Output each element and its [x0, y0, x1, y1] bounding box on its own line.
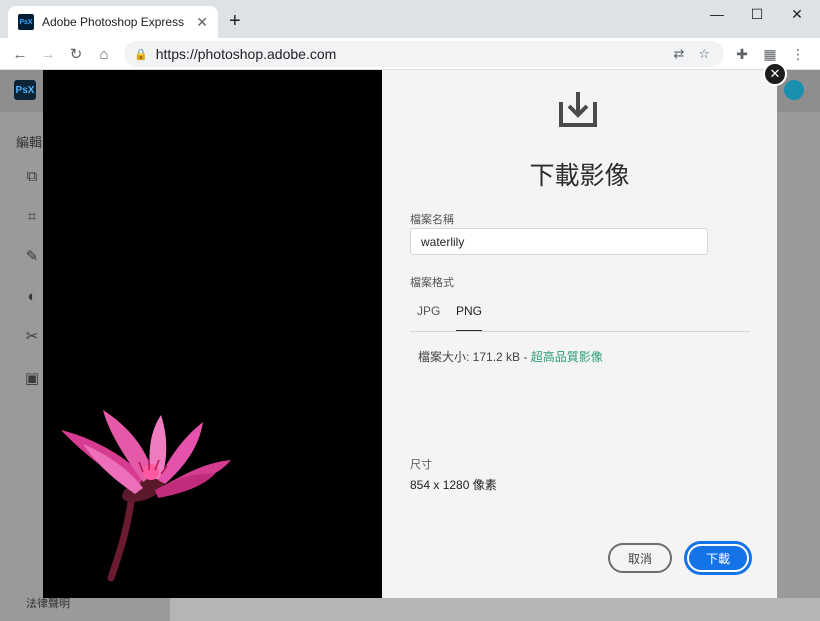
lock-icon: 🔒	[134, 48, 148, 61]
bookmark-star-icon[interactable]: ☆	[698, 46, 710, 62]
file-size-text: 檔案大小: 171.2 kB -	[418, 350, 531, 364]
sidebar-heading: 編輯	[16, 135, 43, 150]
home-icon[interactable]: ⌂	[92, 42, 116, 66]
url-text: https://photoshop.adobe.com	[155, 46, 337, 62]
tab-divider	[410, 331, 750, 332]
tab-format-png[interactable]: PNG	[456, 304, 483, 332]
crop-icon[interactable]: ⌗	[22, 206, 42, 226]
back-icon[interactable]: ←	[8, 42, 32, 66]
browser-tabstrip: PsX Adobe Photoshop Express ✕ + — ☐ ✕	[0, 0, 820, 38]
psx-logo: PsX	[14, 80, 36, 100]
filename-input[interactable]	[410, 228, 708, 255]
browser-tab[interactable]: PsX Adobe Photoshop Express ✕	[8, 6, 218, 38]
cancel-button[interactable]: 取消	[608, 543, 672, 573]
file-size-info: 檔案大小: 171.2 kB - 超高品質影像	[418, 348, 603, 365]
bottom-strip	[170, 598, 820, 621]
download-icon	[559, 92, 597, 127]
menu-icon[interactable]: ⋮	[786, 42, 810, 66]
adjust-icon[interactable]: ◐	[22, 286, 42, 306]
transform-icon[interactable]: ⧉	[22, 166, 42, 186]
avatar[interactable]	[784, 80, 804, 100]
extensions-icon[interactable]: ✚	[730, 42, 754, 66]
waterlily-image	[61, 410, 231, 582]
close-icon[interactable]: ✕	[782, 3, 812, 25]
image-icon[interactable]: ▣	[22, 368, 42, 388]
maximize-icon[interactable]: ☐	[742, 3, 772, 25]
address-bar[interactable]: 🔒 https://photoshop.adobe.com ⇄ ☆	[124, 41, 724, 67]
download-button[interactable]: 下載	[684, 541, 752, 575]
image-preview	[43, 70, 382, 598]
translate-icon[interactable]: ⇄	[673, 46, 684, 62]
psx-favicon-icon: PsX	[18, 14, 34, 30]
tab-close-icon[interactable]: ✕	[196, 14, 208, 31]
new-tab-button[interactable]: +	[229, 10, 241, 33]
tab-format-jpg[interactable]: JPG	[417, 304, 440, 332]
quality-link[interactable]: 超高品質影像	[531, 350, 603, 364]
forward-icon[interactable]: →	[36, 42, 60, 66]
browser-toolbar: ← → ↻ ⌂ 🔒 https://photoshop.adobe.com ⇄ …	[0, 38, 820, 70]
dialog-title: 下載影像	[529, 162, 630, 190]
close-dialog-icon[interactable]: ✕	[763, 62, 787, 86]
tab-title: Adobe Photoshop Express	[42, 15, 185, 29]
minimize-icon[interactable]: —	[702, 3, 732, 25]
dimensions-label: 尺寸	[410, 459, 432, 471]
heal-icon[interactable]: ✎	[22, 246, 42, 266]
download-dialog: 下載影像 檔案名稱 檔案格式 JPG PNG 檔案大小: 171.2 kB - …	[382, 70, 777, 598]
format-label: 檔案格式	[410, 277, 454, 289]
cut-icon[interactable]: ✂	[22, 326, 42, 346]
filename-label: 檔案名稱	[410, 214, 454, 226]
dimensions-value: 854 x 1280 像素	[410, 478, 497, 492]
reload-icon[interactable]: ↻	[64, 42, 88, 66]
